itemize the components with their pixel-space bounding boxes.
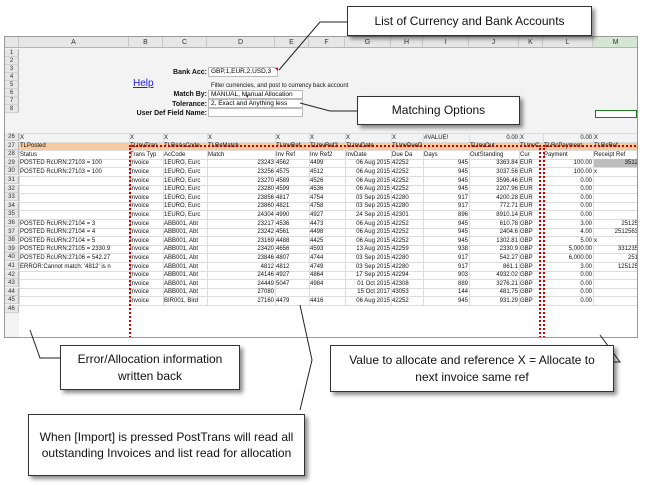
callout-error-allocation: Error/Allocation information written bac… <box>60 345 240 390</box>
callout-connectors <box>29 21 621 411</box>
callout-allocate: Value to allocate and reference X = Allo… <box>330 345 614 392</box>
callout-currency-list: List of Currency and Bank Accounts <box>347 6 592 36</box>
callout-import: When [Import] is pressed PostTrans will … <box>28 414 305 476</box>
callout-matching-options: Matching Options <box>357 96 520 125</box>
